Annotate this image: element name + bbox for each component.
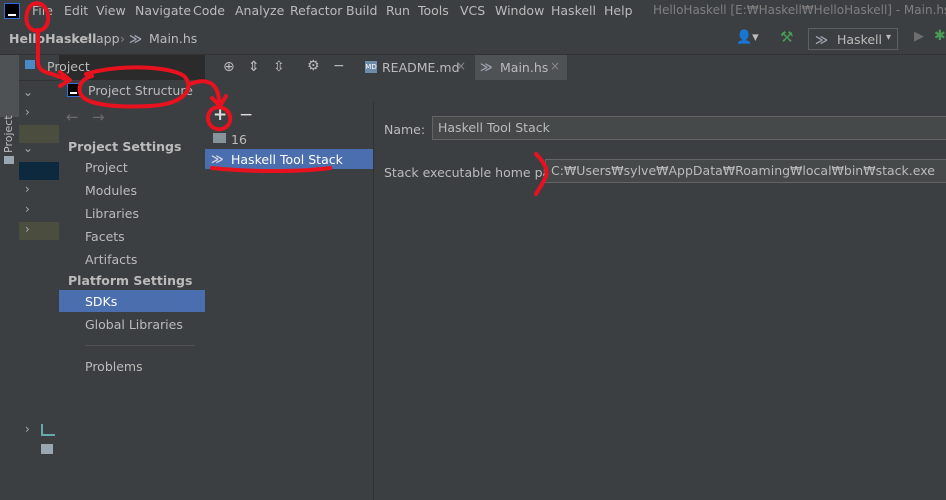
- section-platform-settings: Platform Settings: [68, 273, 193, 288]
- collapse-all-icon[interactable]: ⇳: [273, 59, 285, 75]
- scratches-icon: [41, 444, 53, 454]
- chevron-right-icon[interactable]: ›: [25, 422, 30, 436]
- tab-label: README.md: [382, 60, 460, 75]
- back-arrow-icon[interactable]: ←: [66, 108, 79, 126]
- folder-icon: [213, 133, 226, 143]
- sdk-name-field[interactable]: Haskell Tool Stack: [432, 116, 946, 140]
- haskell-file-icon: ≫: [129, 31, 143, 46]
- tab-readme[interactable]: MD README.md ×: [355, 55, 475, 80]
- haskell-file-icon: ≫: [480, 60, 493, 74]
- menu-navigate[interactable]: Navigate: [135, 3, 191, 18]
- chevron-right-icon[interactable]: ›: [25, 202, 30, 216]
- crosshair-icon[interactable]: ⊕: [223, 59, 235, 75]
- chevron-right-icon[interactable]: ›: [25, 105, 30, 119]
- project-panel-title[interactable]: Project: [47, 59, 90, 74]
- menu-refactor[interactable]: Refactor: [290, 3, 342, 18]
- tab-label: Main.hs: [500, 60, 549, 75]
- intellij-logo-icon: [67, 83, 81, 97]
- haskell-icon: ≫: [211, 152, 224, 166]
- dialog-title-bar: Project Structure: [59, 80, 946, 102]
- menu-edit[interactable]: Edit: [64, 3, 88, 18]
- path-label: Stack executable home path:: [384, 165, 568, 180]
- sdk-label: Haskell Tool Stack: [231, 152, 343, 167]
- debug-bug-icon[interactable]: ✱: [934, 28, 946, 44]
- menu-build[interactable]: Build: [346, 3, 377, 18]
- sdk-list-item[interactable]: 16: [205, 129, 373, 149]
- breadcrumb-separator-icon: ›: [120, 31, 125, 46]
- breadcrumb-separator-icon: ›: [86, 31, 91, 46]
- project-panel-header: Project: [19, 55, 90, 81]
- user-icon[interactable]: 👤▾: [736, 30, 759, 45]
- section-project-settings: Project Settings: [68, 139, 182, 154]
- navigation-bar: HelloHaskell › app › ≫ Main.hs 👤▾ ⚒ ▶ ✱: [0, 22, 946, 55]
- folder-icon: [4, 156, 14, 164]
- name-label: Name:: [384, 122, 426, 137]
- run-play-icon[interactable]: ▶: [914, 29, 924, 44]
- breadcrumb-main-hs[interactable]: Main.hs: [149, 31, 197, 46]
- external-libraries-icon: [41, 424, 55, 436]
- project-stripe-label[interactable]: Project: [2, 115, 15, 153]
- sdk-label: 16: [231, 132, 247, 147]
- tab-main-hs[interactable]: ≫ Main.hs ×: [475, 55, 567, 80]
- menu-vcs[interactable]: VCS: [460, 3, 485, 18]
- hide-icon[interactable]: −: [333, 58, 345, 74]
- stack-path-field[interactable]: C:₩Users₩sylve₩AppData₩Roaming₩local₩bin…: [545, 159, 946, 183]
- run-configuration-select[interactable]: ≫ Haskell ▾: [808, 28, 898, 50]
- chevron-down-icon[interactable]: ⌄: [23, 141, 33, 155]
- haskell-icon: ≫: [815, 32, 829, 47]
- forward-arrow-icon[interactable]: →: [92, 108, 105, 126]
- sidebar-item-artifacts[interactable]: Artifacts: [85, 252, 137, 267]
- project-tool-panel: ⌄ › ⌄ › › › ›: [19, 55, 59, 500]
- menu-tools[interactable]: Tools: [418, 3, 449, 18]
- sidebar-item-problems[interactable]: Problems: [85, 359, 143, 374]
- sidebar-item-label: SDKs: [85, 294, 118, 309]
- dialog-sidebar: ← → Project Settings Project Modules Lib…: [59, 102, 206, 500]
- sidebar-item-modules[interactable]: Modules: [85, 183, 137, 198]
- breadcrumb-app[interactable]: app: [96, 31, 120, 46]
- menu-view[interactable]: View: [96, 3, 126, 18]
- divider: [85, 345, 195, 346]
- markdown-file-icon: MD: [365, 61, 377, 73]
- tool-window-stripe: Project: [0, 55, 20, 500]
- close-icon[interactable]: ×: [550, 59, 560, 73]
- dialog-title: Project Structure: [88, 83, 193, 98]
- sidebar-item-global-libraries[interactable]: Global Libraries: [85, 317, 183, 332]
- menu-haskell[interactable]: Haskell: [551, 3, 596, 18]
- chevron-down-icon: ▾: [886, 32, 892, 43]
- sidebar-item-project[interactable]: Project: [85, 160, 128, 175]
- gear-icon[interactable]: ⚙: [307, 58, 320, 74]
- window-title: HelloHaskell [E:₩Haskell₩HelloHaskell] -…: [653, 3, 946, 17]
- project-view-icon: [25, 60, 35, 69]
- sdk-list-item-selected[interactable]: ≫ Haskell Tool Stack: [205, 149, 373, 169]
- sdk-details-panel: Name: Haskell Tool Stack Stack executabl…: [374, 102, 946, 500]
- chevron-right-icon[interactable]: ›: [25, 222, 30, 236]
- sidebar-item-sdks[interactable]: SDKs: [59, 290, 205, 312]
- menu-run[interactable]: Run: [386, 3, 410, 18]
- chevron-right-icon[interactable]: ›: [25, 182, 30, 196]
- add-sdk-button[interactable]: +: [213, 105, 227, 125]
- project-stripe-button[interactable]: [0, 55, 19, 117]
- menu-window[interactable]: Window: [495, 3, 544, 18]
- menu-code[interactable]: Code: [193, 3, 225, 18]
- run-configuration-label: Haskell: [837, 32, 883, 47]
- build-hammer-icon[interactable]: ⚒: [780, 28, 793, 46]
- chevron-down-icon[interactable]: ⌄: [23, 85, 33, 99]
- expand-all-icon[interactable]: ⇕: [248, 59, 260, 75]
- menu-help[interactable]: Help: [604, 3, 633, 18]
- menu-analyze[interactable]: Analyze: [235, 3, 284, 18]
- tree-row-selected: [19, 162, 59, 180]
- editor-tab-bar: ⊕ ⇕ ⇳ ⚙ − MD README.md × ≫ Main.hs ×: [205, 55, 946, 81]
- remove-sdk-button[interactable]: −: [239, 105, 253, 125]
- close-icon[interactable]: ×: [456, 59, 466, 73]
- sdk-list-panel: + − 16 ≫ Haskell Tool Stack: [205, 102, 374, 500]
- menu-bar: File Edit View Navigate Code Analyze Ref…: [0, 0, 946, 22]
- intellij-logo-icon: [4, 3, 20, 19]
- sidebar-item-libraries[interactable]: Libraries: [85, 206, 139, 221]
- menu-file[interactable]: File: [32, 3, 53, 18]
- breadcrumb-project[interactable]: HelloHaskell: [9, 31, 96, 46]
- sidebar-item-facets[interactable]: Facets: [85, 229, 125, 244]
